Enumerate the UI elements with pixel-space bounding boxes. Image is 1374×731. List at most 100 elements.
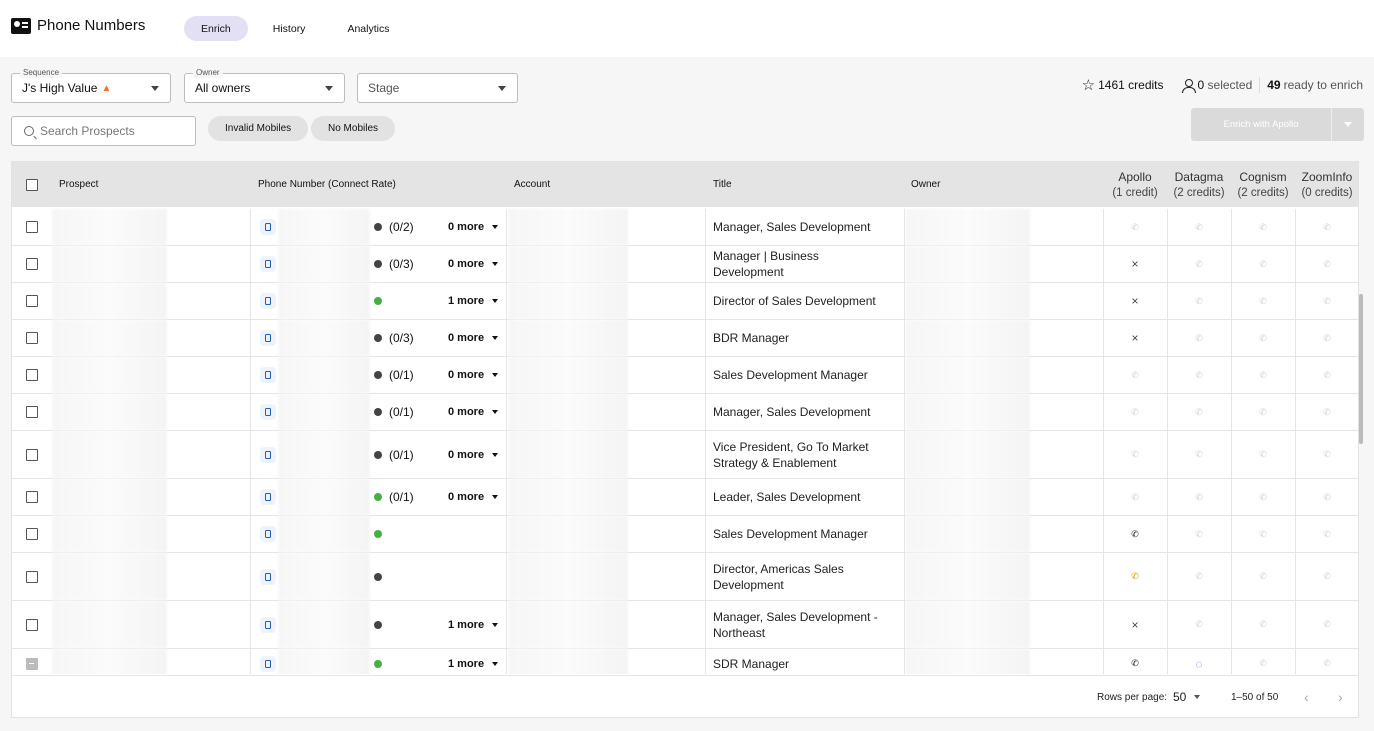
phone-number-cell[interactable] bbox=[278, 479, 370, 515]
tab-analytics[interactable]: Analytics bbox=[330, 16, 406, 41]
prospect-cell[interactable] bbox=[52, 394, 167, 430]
zoominfo-cell[interactable]: ✆ bbox=[1295, 283, 1358, 319]
phone-number-cell[interactable] bbox=[278, 246, 370, 282]
datagma-cell[interactable]: ◌ bbox=[1167, 649, 1231, 674]
row-checkbox[interactable] bbox=[26, 246, 38, 282]
account-cell[interactable] bbox=[508, 246, 628, 282]
account-cell[interactable] bbox=[508, 394, 628, 430]
owner-cell[interactable] bbox=[906, 553, 1030, 600]
owner-cell[interactable] bbox=[906, 283, 1030, 319]
account-cell[interactable] bbox=[508, 553, 628, 600]
account-cell[interactable] bbox=[508, 431, 628, 478]
prospect-cell[interactable] bbox=[52, 431, 167, 478]
zoominfo-cell[interactable]: ✆ bbox=[1295, 209, 1358, 245]
cognism-cell[interactable]: ✆ bbox=[1231, 394, 1295, 430]
checkbox[interactable] bbox=[26, 528, 38, 540]
chevron-down-icon[interactable] bbox=[498, 86, 506, 91]
datagma-cell[interactable]: ✆ bbox=[1167, 209, 1231, 245]
apollo-cell[interactable]: ✆ bbox=[1103, 209, 1167, 245]
row-checkbox[interactable] bbox=[26, 649, 38, 674]
apollo-cell[interactable]: ✆ bbox=[1103, 516, 1167, 552]
apollo-cell[interactable]: ✆ bbox=[1103, 431, 1167, 478]
more-numbers-dropdown[interactable]: 0 more bbox=[448, 246, 499, 282]
row-checkbox[interactable] bbox=[26, 283, 38, 319]
prospect-cell[interactable] bbox=[52, 357, 167, 393]
zoominfo-cell[interactable]: ✆ bbox=[1295, 553, 1358, 600]
owner-cell[interactable] bbox=[906, 431, 1030, 478]
account-cell[interactable] bbox=[508, 479, 628, 515]
cognism-cell[interactable]: ✆ bbox=[1231, 479, 1295, 515]
account-cell[interactable] bbox=[508, 601, 628, 648]
cognism-cell[interactable]: ✆ bbox=[1231, 431, 1295, 478]
phone-number-cell[interactable] bbox=[278, 394, 370, 430]
row-checkbox[interactable] bbox=[26, 209, 38, 245]
table-row[interactable]: (0/3) 0 more BDR Manager × ✆ ✆ ✆ bbox=[12, 320, 1358, 357]
stage-select[interactable]: Stage bbox=[357, 73, 518, 103]
cognism-cell[interactable]: ✆ bbox=[1231, 601, 1295, 648]
col-phone[interactable]: Phone Number (Connect Rate) bbox=[258, 162, 396, 207]
account-cell[interactable] bbox=[508, 516, 628, 552]
checkbox[interactable] bbox=[26, 491, 38, 503]
next-page-button[interactable]: › bbox=[1338, 689, 1343, 705]
chevron-down-icon[interactable] bbox=[151, 86, 159, 91]
chevron-down-icon[interactable] bbox=[325, 86, 333, 91]
phone-number-cell[interactable] bbox=[278, 553, 370, 600]
table-row[interactable]: 1 more SDR Manager ✆ ◌ ✆ ✆ bbox=[12, 649, 1358, 674]
checkbox[interactable] bbox=[26, 406, 38, 418]
row-checkbox[interactable] bbox=[26, 516, 38, 552]
table-row[interactable]: (0/3) 0 more Manager | Business Developmen… bbox=[12, 246, 1358, 283]
prev-page-button[interactable]: ‹ bbox=[1304, 689, 1309, 705]
col-apollo[interactable]: Apollo (1 credit) bbox=[1103, 162, 1167, 207]
table-row[interactable]: Sales Development Manager ✆ ✆ ✆ ✆ bbox=[12, 516, 1358, 553]
table-row[interactable]: Director, Americas Sales Development ✆ ✆ ✆ ✆ bbox=[12, 553, 1358, 601]
table-row[interactable]: (0/1) 0 more Sales Development Manager ✆ ✆ ✆ ✆ bbox=[12, 357, 1358, 394]
account-cell[interactable] bbox=[508, 357, 628, 393]
apollo-cell[interactable]: × bbox=[1103, 246, 1167, 282]
datagma-cell[interactable]: ✆ bbox=[1167, 283, 1231, 319]
datagma-cell[interactable]: ✆ bbox=[1167, 479, 1231, 515]
checkbox[interactable] bbox=[26, 221, 38, 233]
table-row[interactable]: (0/1) 0 more Manager, Sales Development ✆ ✆ ✆… bbox=[12, 394, 1358, 431]
col-account[interactable]: Account bbox=[514, 162, 550, 207]
more-numbers-dropdown[interactable]: 0 more bbox=[448, 320, 499, 356]
phone-number-cell[interactable] bbox=[278, 283, 370, 319]
owner-select[interactable]: Owner All owners bbox=[184, 68, 345, 103]
more-numbers-dropdown[interactable]: 0 more bbox=[448, 357, 499, 393]
cognism-cell[interactable]: ✆ bbox=[1231, 357, 1295, 393]
prospect-cell[interactable] bbox=[52, 601, 167, 648]
apollo-cell[interactable]: × bbox=[1103, 320, 1167, 356]
checkbox[interactable] bbox=[26, 332, 38, 344]
owner-cell[interactable] bbox=[906, 209, 1030, 245]
row-checkbox[interactable] bbox=[26, 394, 38, 430]
more-numbers-dropdown[interactable]: 1 more bbox=[448, 283, 499, 319]
owner-cell[interactable] bbox=[906, 246, 1030, 282]
zoominfo-cell[interactable]: ✆ bbox=[1295, 431, 1358, 478]
checkbox[interactable] bbox=[26, 618, 38, 631]
row-checkbox[interactable] bbox=[26, 479, 38, 515]
enrich-dropdown-button[interactable] bbox=[1332, 122, 1364, 127]
apollo-cell[interactable]: ✆ bbox=[1103, 357, 1167, 393]
owner-cell[interactable] bbox=[906, 357, 1030, 393]
zoominfo-cell[interactable]: ✆ bbox=[1295, 649, 1358, 674]
apollo-cell[interactable]: ✆ bbox=[1103, 479, 1167, 515]
account-cell[interactable] bbox=[508, 209, 628, 245]
checkbox[interactable] bbox=[26, 178, 38, 191]
cognism-cell[interactable]: ✆ bbox=[1231, 516, 1295, 552]
col-datagma[interactable]: Datagma (2 credits) bbox=[1167, 162, 1231, 207]
zoominfo-cell[interactable]: ✆ bbox=[1295, 246, 1358, 282]
phone-number-cell[interactable] bbox=[278, 516, 370, 552]
cognism-cell[interactable]: ✆ bbox=[1231, 553, 1295, 600]
no-mobiles-chip[interactable]: No Mobiles bbox=[311, 116, 396, 141]
checkbox[interactable] bbox=[26, 570, 38, 583]
tab-history[interactable]: History bbox=[256, 16, 323, 41]
prospect-cell[interactable] bbox=[52, 479, 167, 515]
col-zoominfo[interactable]: ZoomInfo (0 credits) bbox=[1295, 162, 1358, 207]
cognism-cell[interactable]: ✆ bbox=[1231, 320, 1295, 356]
scrollbar[interactable] bbox=[1359, 294, 1363, 444]
datagma-cell[interactable]: ✆ bbox=[1167, 516, 1231, 552]
datagma-cell[interactable]: ✆ bbox=[1167, 320, 1231, 356]
zoominfo-cell[interactable]: ✆ bbox=[1295, 601, 1358, 648]
prospect-cell[interactable] bbox=[52, 553, 167, 600]
zoominfo-cell[interactable]: ✆ bbox=[1295, 394, 1358, 430]
prospect-cell[interactable] bbox=[52, 246, 167, 282]
